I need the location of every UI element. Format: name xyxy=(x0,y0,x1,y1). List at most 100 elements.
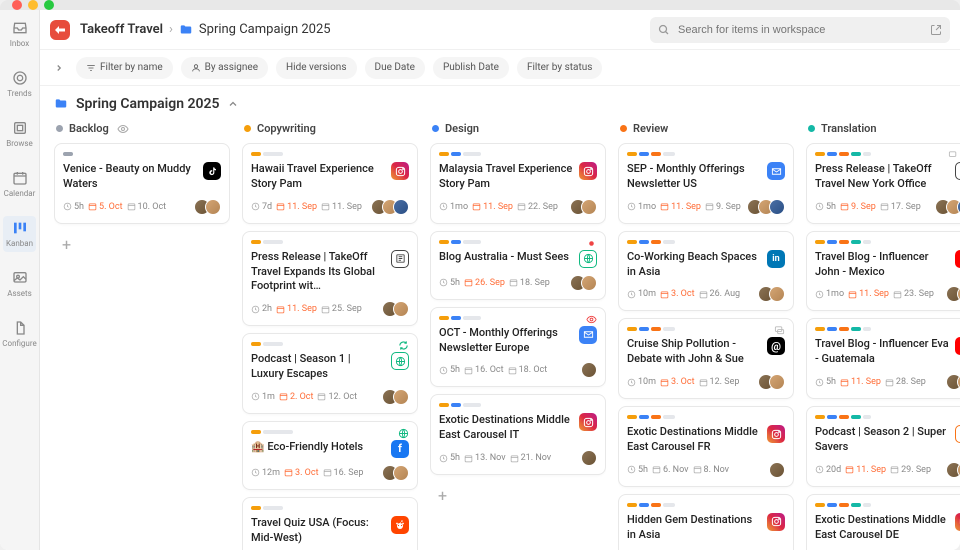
card-effort: 2h xyxy=(251,304,272,314)
sidebar-item-calendar[interactable]: Calendar xyxy=(0,166,39,202)
facebook-icon: f xyxy=(391,440,409,458)
instagram-icon xyxy=(767,425,785,443)
sidebar: Inbox Trends Browse Calendar Kanban Assets Con… xyxy=(0,10,40,550)
avatar xyxy=(393,199,409,215)
kanban-card[interactable]: Exotic Destinations Middle East Carousel… xyxy=(430,394,606,475)
sidebar-item-kanban[interactable]: Kanban xyxy=(3,216,36,252)
filter-by-status[interactable]: Filter by status xyxy=(517,57,602,79)
sidebar-item-inbox[interactable]: Inbox xyxy=(0,16,39,52)
kanban-card[interactable]: Travel Blog - Influencer John - Mexico 1… xyxy=(806,231,960,312)
trends-icon xyxy=(12,70,28,86)
kanban-card[interactable]: Podcast | Season 1 | Luxury Escapes 1m 2… xyxy=(242,333,418,414)
column-title: Backlog xyxy=(69,122,109,135)
card-effort: 20d xyxy=(815,465,841,475)
chevron-up-icon[interactable] xyxy=(227,98,239,110)
column-backlog: Backlog Venice - Beauty on Muddy Waters … xyxy=(54,118,230,550)
close-dot[interactable] xyxy=(12,0,22,10)
filter-by-assignee[interactable]: By assignee xyxy=(181,57,268,79)
column-translation: Translation Press Release | TakeOff Trav… xyxy=(806,118,960,550)
press-icon xyxy=(391,250,409,268)
sidebar-item-assets[interactable]: Assets xyxy=(0,266,39,302)
card-title: Travel Blog - Influencer John - Mexico xyxy=(815,250,949,280)
card-avatars xyxy=(371,199,409,215)
search-input[interactable] xyxy=(650,17,950,43)
card-due-date: 5. Oct xyxy=(88,202,123,212)
maximize-dot[interactable] xyxy=(44,0,54,10)
card-progress xyxy=(627,327,785,331)
kanban-card[interactable]: Podcast | Season 2 | Super Savers 20d 11… xyxy=(806,406,960,487)
add-card-button[interactable]: + xyxy=(430,482,606,509)
kanban-card[interactable]: Hidden Gem Destinations in Asia 5h 3. Oc… xyxy=(618,494,794,550)
filter-by-name[interactable]: Filter by name xyxy=(76,57,173,79)
sidebar-item-label: Browse xyxy=(6,139,33,148)
card-indicator-icon xyxy=(398,428,409,439)
filter-due-date[interactable]: Due Date xyxy=(365,57,425,79)
kanban-card[interactable]: Press Release | TakeOff Travel New York … xyxy=(806,143,960,224)
kanban-card[interactable]: Malaysia Travel Experience Story Pam 1mo… xyxy=(430,143,606,224)
column-header: Translation xyxy=(806,118,960,143)
card-publish-date: 25. Sep xyxy=(321,304,362,314)
kanban-card[interactable]: Exotic Destinations Middle East Carousel… xyxy=(806,494,960,550)
mail-icon xyxy=(579,326,597,344)
collapse-sidebar-button[interactable] xyxy=(50,59,68,77)
kanban-card[interactable]: Travel Quiz USA (Focus: Mid-West) 5h 11.… xyxy=(242,497,418,550)
card-progress xyxy=(627,152,785,156)
kanban-card[interactable]: 🏨 Eco-Friendly Hotels f 12m 3. Oct 16. S… xyxy=(242,421,418,490)
breadcrumb-workspace[interactable]: Takeoff Travel xyxy=(80,22,163,37)
app-logo[interactable] xyxy=(50,20,70,40)
card-avatars xyxy=(382,301,409,317)
open-external-icon[interactable] xyxy=(930,24,942,36)
card-effort: 10m xyxy=(627,289,656,299)
filter-publish-date[interactable]: Publish Date xyxy=(433,57,509,79)
card-meta: 1mo 11. Sep 9. Sep xyxy=(627,199,785,215)
eye-icon[interactable] xyxy=(117,123,129,135)
card-effort: 5h xyxy=(627,465,648,475)
card-indicator-icon xyxy=(586,238,597,249)
column-title: Review xyxy=(633,122,668,135)
column-title: Copywriting xyxy=(257,122,316,135)
kanban-card[interactable]: Cruise Ship Pollution - Debate with John… xyxy=(618,318,794,399)
card-title: Press Release | TakeOff Travel New York … xyxy=(815,162,949,192)
kanban-card[interactable]: SEP - Monthly Offerings Newsletter US 1m… xyxy=(618,143,794,224)
add-card-button[interactable]: + xyxy=(54,231,230,258)
card-due-date: 26. Sep xyxy=(464,278,505,288)
card-effort: 1mo xyxy=(815,289,844,299)
card-title: Exotic Destinations Middle East Carousel… xyxy=(627,425,761,455)
minimize-dot[interactable] xyxy=(28,0,38,10)
card-publish-date: 8. Nov xyxy=(693,465,730,475)
card-publish-date: 26. Aug xyxy=(699,289,741,299)
kanban-card[interactable]: Venice - Beauty on Muddy Waters 5h 5. Oc… xyxy=(54,143,230,224)
card-due-date: 6. Nov xyxy=(652,465,689,475)
column-cards: Hawaii Travel Experience Story Pam 7d 11… xyxy=(242,143,418,550)
filter-hide-versions[interactable]: Hide versions xyxy=(276,57,356,79)
kanban-card[interactable]: Co-Working Beach Spaces in Asia in 10m 3… xyxy=(618,231,794,312)
card-title: Podcast | Season 1 | Luxury Escapes xyxy=(251,352,385,382)
card-avatars xyxy=(581,450,597,466)
kanban-card[interactable]: Blog Australia - Must Sees 5h 26. Sep 18… xyxy=(430,231,606,300)
sidebar-item-label: Trends xyxy=(7,89,31,98)
column-header: Review xyxy=(618,118,794,143)
avatar xyxy=(581,362,597,378)
card-meta: 10m 3. Oct 12. Sep xyxy=(627,374,785,390)
kanban-card[interactable]: Press Release | TakeOff Travel Expands I… xyxy=(242,231,418,327)
sidebar-item-configure[interactable]: Configure xyxy=(0,316,39,352)
column-header: Copywriting xyxy=(242,118,418,143)
card-effort: 5h xyxy=(815,202,836,212)
card-meta: 10m 3. Oct 26. Aug xyxy=(627,286,785,302)
breadcrumb-folder[interactable]: Spring Campaign 2025 xyxy=(199,22,331,37)
card-publish-date: 29. Sep xyxy=(890,465,931,475)
kanban-card[interactable]: Exotic Destinations Middle East Carousel… xyxy=(618,406,794,487)
kanban-card[interactable]: Hawaii Travel Experience Story Pam 7d 11… xyxy=(242,143,418,224)
card-effort: 10m xyxy=(627,377,656,387)
sidebar-item-label: Configure xyxy=(2,339,36,348)
kanban-card[interactable]: Travel Blog - Influencer Eva - Guatemala… xyxy=(806,318,960,399)
card-meta: 5h 5. Oct 10. Oct xyxy=(63,199,221,215)
kanban-card[interactable]: OCT - Monthly Offerings Newsletter Europ… xyxy=(430,307,606,388)
card-publish-date: 12. Sep xyxy=(699,377,740,387)
assets-icon xyxy=(12,270,28,286)
sidebar-item-browse[interactable]: Browse xyxy=(0,116,39,152)
sidebar-item-trends[interactable]: Trends xyxy=(0,66,39,102)
instagram-icon xyxy=(767,513,785,531)
card-title: Cruise Ship Pollution - Debate with John… xyxy=(627,337,761,367)
search-box xyxy=(650,17,950,43)
